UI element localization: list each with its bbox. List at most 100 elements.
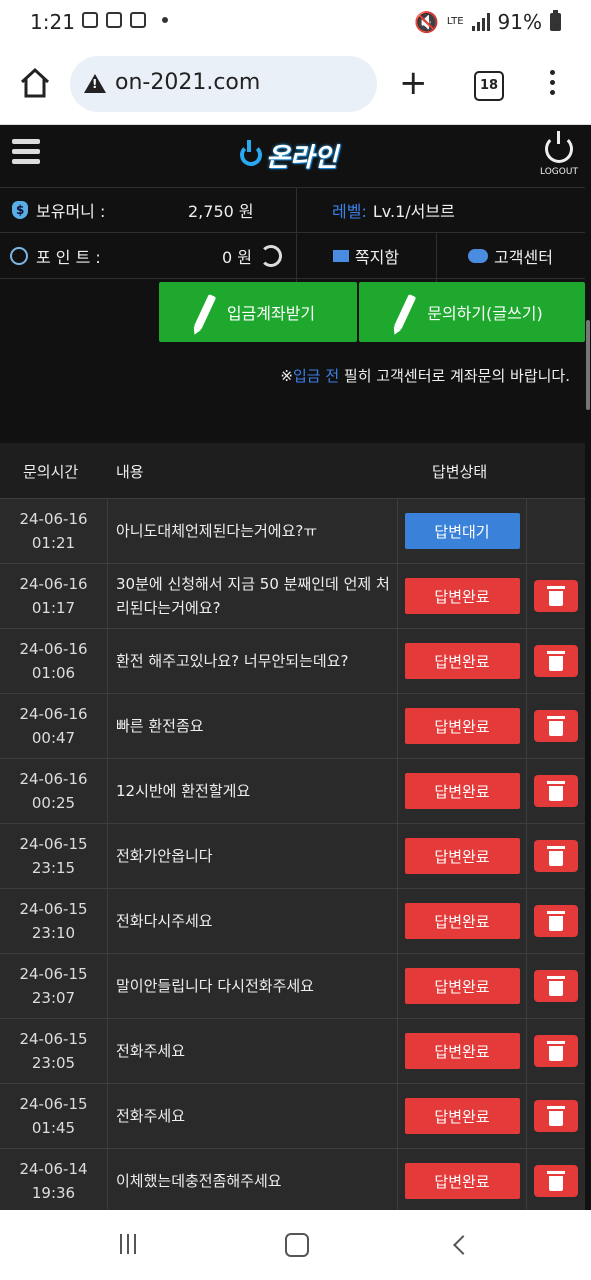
inquiry-content[interactable]: 이체했는데충전좀해주세요: [116, 1149, 396, 1210]
inquiry-time: 24-06-14 19:36: [0, 1149, 108, 1210]
status-badge[interactable]: 답변대기: [404, 513, 520, 549]
trash-icon[interactable]: [534, 905, 578, 937]
inquiry-time: 24-06-15 23:15: [0, 824, 108, 888]
refresh-icon[interactable]: [260, 244, 282, 267]
table-row[interactable]: 24-06-16 01:06 환전 해주고있나요? 너무안되는데요? 답변완료: [0, 628, 585, 693]
inquiry-content[interactable]: 말이안들립니다 다시전화주세요: [116, 954, 396, 1018]
new-tab-icon[interactable]: +: [399, 66, 428, 100]
inquiry-clock: 23:05: [31, 1054, 76, 1072]
inquiry-content[interactable]: 빠른 환전좀요: [116, 694, 396, 758]
money-row: 보유머니 : 2,750 원: [0, 187, 296, 233]
message-box-link[interactable]: 쪽지함: [296, 233, 436, 279]
home-nav-icon[interactable]: [285, 1233, 309, 1257]
table-body: 24-06-16 01:21 아니도대체언제된다는거에요?ㅠ 답변대기 24-06-16…: [0, 498, 585, 1210]
status-time: 1:21: [30, 10, 75, 34]
signal-icon: [471, 13, 490, 31]
inquiry-content[interactable]: 12시반에 환전할게요: [116, 759, 396, 823]
url-bar[interactable]: on-2021.com: [70, 56, 377, 112]
scroll-thumb[interactable]: [586, 320, 590, 410]
gallery-icon: [82, 12, 98, 28]
inquiry-date: 24-06-16: [19, 575, 88, 593]
trash-icon[interactable]: [534, 970, 578, 1002]
trash-icon[interactable]: [534, 1165, 578, 1197]
more-menu-icon[interactable]: [550, 70, 556, 100]
point-label: 포 인 트 :: [36, 247, 101, 267]
status-badge[interactable]: 답변완료: [404, 773, 520, 809]
point-row: 포 인 트 : 0 원: [0, 233, 296, 279]
status-badge[interactable]: 답변완료: [404, 838, 520, 874]
table-row[interactable]: 24-06-16 00:47 빠른 환전좀요 답변완료: [0, 693, 585, 758]
inquiry-date: 24-06-15: [19, 965, 88, 983]
inquiry-content[interactable]: 아니도대체언제된다는거에요?ㅠ: [116, 499, 396, 563]
lte-icon: LTE: [446, 16, 464, 27]
page-scrollbar[interactable]: [585, 125, 591, 1210]
inquiry-clock: 01:45: [31, 1119, 76, 1137]
status-badge[interactable]: 답변완료: [404, 578, 520, 614]
inquiry-time: 24-06-15 23:10: [0, 889, 108, 953]
status-badge[interactable]: 답변완료: [404, 1163, 520, 1199]
table-row[interactable]: 24-06-15 23:07 말이안들립니다 다시전화주세요 답변완료: [0, 953, 585, 1018]
status-badge[interactable]: 답변완료: [404, 1098, 520, 1134]
inquiry-content[interactable]: 전화주세요: [116, 1084, 396, 1148]
status-badge[interactable]: 답변완료: [404, 643, 520, 679]
inquiry-time: 24-06-15 23:07: [0, 954, 108, 1018]
home-icon[interactable]: [18, 66, 52, 100]
customer-center-link[interactable]: 고객센터: [436, 233, 585, 279]
trash-icon[interactable]: [534, 1100, 578, 1132]
trash-icon[interactable]: [534, 580, 578, 612]
table-row[interactable]: 24-06-15 23:05 전화주세요 답변완료: [0, 1018, 585, 1083]
inquiry-time: 24-06-15 01:45: [0, 1084, 108, 1148]
inquiry-content[interactable]: 전화주세요: [116, 1019, 396, 1083]
logout-button[interactable]: LOGOUT: [536, 131, 582, 177]
table-row[interactable]: 24-06-16 00:25 12시반에 환전할게요 답변완료: [0, 758, 585, 823]
trash-icon[interactable]: [534, 710, 578, 742]
trash-icon[interactable]: [534, 645, 578, 677]
status-badge[interactable]: 답변완료: [404, 903, 520, 939]
inquiry-clock: 01:17: [31, 599, 76, 617]
inquiry-time: 24-06-16 00:47: [0, 694, 108, 758]
deposit-account-button[interactable]: 입금계좌받기: [159, 282, 357, 342]
table-row[interactable]: 24-06-15 23:15 전화가안옵니다 답변완료: [0, 823, 585, 888]
status-badge[interactable]: 답변완료: [404, 708, 520, 744]
inquiry-clock: 19:36: [31, 1184, 76, 1202]
inquiry-content[interactable]: 전화다시주세요: [116, 889, 396, 953]
inquiry-date: 24-06-15: [19, 1095, 88, 1113]
tab-switcher-button[interactable]: 18: [474, 71, 504, 101]
table-row[interactable]: 24-06-16 01:21 아니도대체언제된다는거에요?ㅠ 답변대기: [0, 498, 585, 563]
write-inquiry-button[interactable]: 문의하기(글쓰기): [359, 282, 585, 342]
level-value: Lv.1/서브르: [372, 202, 455, 221]
trash-icon[interactable]: [534, 840, 578, 872]
site-logo[interactable]: 온라인: [240, 137, 338, 173]
status-badge[interactable]: 답변완료: [404, 1033, 520, 1069]
money-bag-icon: [12, 201, 28, 219]
trash-icon[interactable]: [534, 775, 578, 807]
trash-icon[interactable]: [534, 1035, 578, 1067]
mute-icon: 🔇: [414, 10, 439, 34]
table-row[interactable]: 24-06-15 23:10 전화다시주세요 답변완료: [0, 888, 585, 953]
inquiry-date: 24-06-16: [19, 640, 88, 658]
inquiry-clock: 23:07: [31, 989, 76, 1007]
table-row[interactable]: 24-06-15 01:45 전화주세요 답변완료: [0, 1083, 585, 1148]
inquiry-content[interactable]: 환전 해주고있나요? 너무안되는데요?: [116, 629, 396, 693]
inquiry-clock: 00:25: [31, 794, 76, 812]
inquiry-content[interactable]: 30분에 신청해서 지금 50 분째인데 언제 처리된다는거에요?: [116, 564, 396, 628]
inquiry-date: 24-06-15: [19, 835, 88, 853]
header-content: 내용: [116, 463, 144, 481]
recents-icon[interactable]: [120, 1234, 136, 1254]
mail-icon: [332, 249, 349, 262]
inquiry-date: 24-06-15: [19, 1030, 88, 1048]
inquiry-clock: 00:47: [31, 729, 76, 747]
pencil-icon: [193, 293, 217, 331]
table-row[interactable]: 24-06-14 19:36 이체했는데충전좀해주세요 답변완료: [0, 1148, 585, 1210]
hamburger-icon[interactable]: [12, 139, 40, 169]
deposit-notice: ※입금 전 필히 고객센터로 계좌문의 바랍니다.: [280, 367, 570, 385]
back-icon[interactable]: [453, 1235, 473, 1255]
url-text[interactable]: on-2021.com: [115, 70, 260, 95]
inquiry-content[interactable]: 전화가안옵니다: [116, 824, 396, 888]
status-badge[interactable]: 답변완료: [404, 968, 520, 1004]
instagram-icon: [130, 12, 146, 28]
level-label: 레벨:: [332, 202, 367, 221]
warning-icon[interactable]: [84, 74, 106, 93]
inquiry-date: 24-06-14: [19, 1160, 88, 1178]
table-row[interactable]: 24-06-16 01:17 30분에 신청해서 지금 50 분째인데 언제 처리된…: [0, 563, 585, 628]
